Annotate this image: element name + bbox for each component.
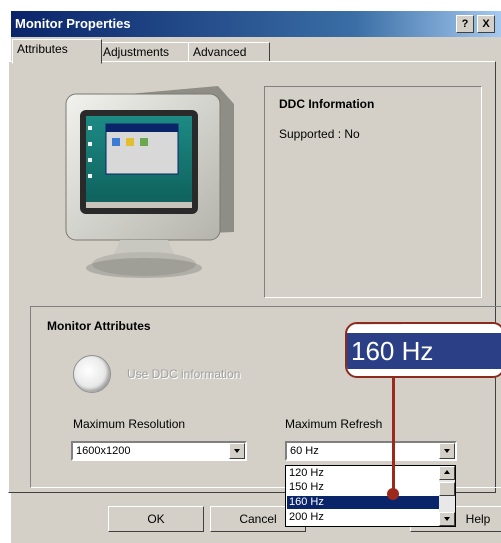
callout-ghost-below: ───	[355, 368, 402, 377]
ddc-heading: DDC Information	[279, 97, 375, 111]
refresh-dropdown-button[interactable]	[439, 443, 455, 459]
scroll-down-button[interactable]	[439, 512, 455, 526]
monitor-image-icon	[50, 86, 240, 286]
ddc-supported-text: Supported : No	[279, 127, 360, 141]
callout-zoom-text: 160 Hz	[347, 333, 501, 369]
scroll-down-icon	[444, 517, 450, 521]
scroll-up-button[interactable]	[439, 466, 455, 480]
title-bar: Monitor Properties ? X	[11, 11, 501, 37]
tab-attributes[interactable]: Attributes	[12, 39, 102, 64]
window-title: Monitor Properties	[15, 16, 131, 31]
max-refresh-value: 60 Hz	[290, 445, 319, 457]
use-ddc-radio[interactable]	[73, 355, 111, 393]
callout-leader-line	[392, 378, 395, 496]
scroll-up-icon	[444, 470, 450, 474]
callout-anchor-dot	[387, 488, 399, 500]
ddc-information-box: DDC Information Supported : No	[264, 86, 482, 298]
refresh-option[interactable]: 150 Hz	[287, 481, 439, 494]
refresh-option-selected[interactable]: 160 Hz	[287, 496, 439, 509]
help-title-button[interactable]: ?	[456, 15, 474, 33]
chevron-down-icon	[234, 449, 240, 453]
tab-advanced[interactable]: Advanced	[188, 42, 270, 63]
ok-button[interactable]: OK	[108, 506, 204, 532]
refresh-option[interactable]: 200 Hz	[287, 511, 439, 524]
close-title-button[interactable]: X	[477, 15, 495, 33]
max-resolution-value: 1600x1200	[76, 445, 131, 457]
monitor-attributes-heading: Monitor Attributes	[47, 319, 151, 333]
max-refresh-dropdown[interactable]: 60 Hz	[285, 441, 457, 461]
scroll-thumb[interactable]	[439, 482, 455, 496]
chevron-down-icon	[444, 449, 450, 453]
resolution-dropdown-button[interactable]	[229, 443, 245, 459]
zoom-callout: ─── 160 Hz ───	[345, 322, 501, 378]
max-resolution-label: Maximum Resolution	[73, 417, 186, 431]
max-refresh-label: Maximum Refresh	[285, 417, 383, 431]
options-scrollbar[interactable]	[439, 466, 455, 526]
tab-adjustments[interactable]: Adjustments	[98, 42, 194, 63]
refresh-options-list[interactable]: 120 Hz 150 Hz 160 Hz 200 Hz	[285, 465, 456, 527]
max-resolution-dropdown[interactable]: 1600x1200	[71, 441, 247, 461]
refresh-option[interactable]: 120 Hz	[287, 467, 439, 480]
use-ddc-label: Use DDC information	[127, 367, 241, 381]
